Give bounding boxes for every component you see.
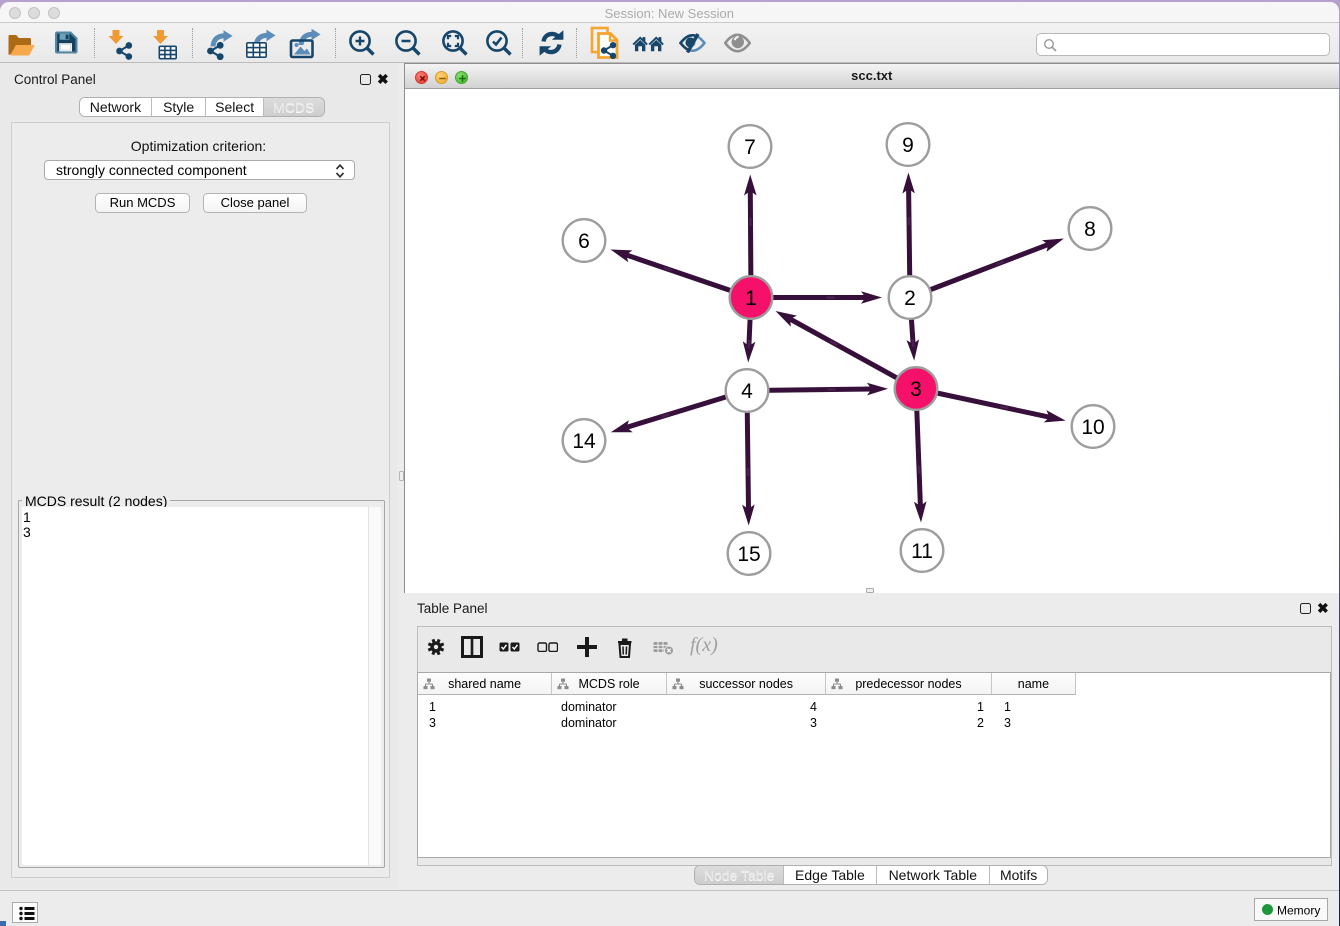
svg-text:8: 8: [1084, 217, 1096, 240]
svg-text:1: 1: [745, 286, 757, 309]
svg-text:3: 3: [910, 377, 922, 400]
svg-text:10: 10: [1081, 415, 1104, 438]
svg-text:2: 2: [904, 286, 916, 309]
svg-text:15: 15: [737, 542, 760, 565]
svg-text:14: 14: [572, 429, 596, 452]
svg-text:9: 9: [902, 133, 914, 156]
svg-text:7: 7: [744, 135, 756, 158]
svg-text:4: 4: [741, 379, 753, 402]
svg-text:6: 6: [578, 229, 590, 252]
svg-text:11: 11: [911, 539, 933, 562]
